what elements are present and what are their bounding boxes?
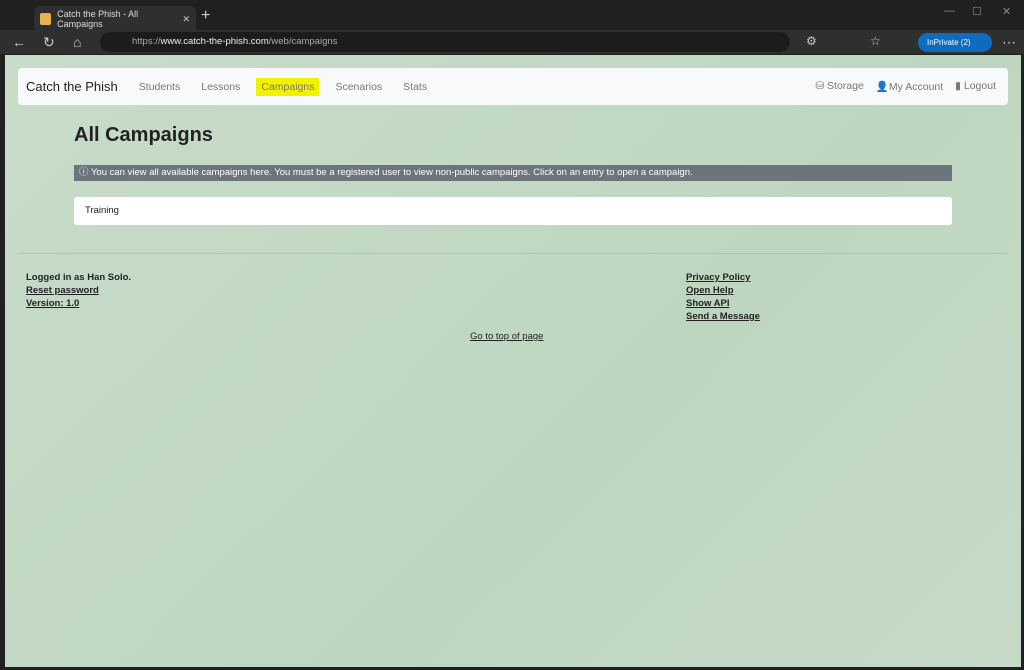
user-icon: 👤: [875, 81, 889, 93]
door-icon: ▮: [955, 80, 964, 92]
extensions-icon[interactable]: ⚙: [806, 34, 817, 48]
page-title: All Campaigns: [74, 124, 213, 146]
tab-title: Catch the Phish - All Campaigns: [57, 9, 139, 29]
divider: [18, 253, 1008, 254]
address-bar-row: ← ↻ ⌂ https://www.catch-the-phish.com/we…: [0, 30, 1024, 54]
brand[interactable]: Catch the Phish: [26, 79, 118, 94]
footer-left: Logged in as Han Solo. Reset password Ve…: [26, 271, 131, 310]
account-label: My Account: [888, 81, 944, 93]
navbar: Catch the Phish Students Lessons Campaig…: [18, 68, 1008, 105]
send-message-link[interactable]: Send a Message: [686, 310, 760, 323]
nav-stats[interactable]: Stats: [398, 78, 432, 96]
storage-icon: ⛁: [815, 80, 828, 92]
more-icon[interactable]: ⋯: [1002, 34, 1016, 51]
back-icon[interactable]: ←: [12, 34, 26, 50]
tab-bar: Catch the Phish - All Campaigns ✕ + — ☐ ✕: [0, 0, 1024, 32]
nav-storage[interactable]: ⛁ Storage: [815, 80, 864, 93]
inprivate-button[interactable]: InPrivate (2): [918, 33, 992, 52]
nav-logout[interactable]: ▮ Logout: [955, 80, 996, 93]
info-alert: ⓘ You can view all available campaigns h…: [74, 165, 952, 181]
footer-right: Privacy Policy Open Help Show API Send a…: [686, 271, 760, 323]
refresh-icon[interactable]: ↻: [43, 34, 55, 51]
url-input[interactable]: https://www.catch-the-phish.com/web/camp…: [100, 32, 790, 52]
info-text: You can view all available campaigns her…: [90, 167, 693, 178]
new-tab-button[interactable]: +: [201, 7, 210, 25]
reset-password-link[interactable]: Reset password: [26, 284, 131, 297]
url-host: www.catch-the-phish.com: [160, 36, 269, 47]
open-help-link[interactable]: Open Help: [686, 284, 760, 297]
campaign-list-item[interactable]: Training: [74, 197, 952, 225]
version-link[interactable]: Version: 1.0: [26, 297, 131, 310]
minimize-button[interactable]: —: [944, 5, 955, 17]
privacy-policy-link[interactable]: Privacy Policy: [686, 271, 760, 284]
home-icon[interactable]: ⌂: [73, 34, 81, 50]
url-path: /web/campaigns: [268, 36, 338, 47]
maximize-button[interactable]: ☐: [972, 5, 982, 18]
page-content: Catch the Phish Students Lessons Campaig…: [5, 55, 1021, 667]
show-api-link[interactable]: Show API: [686, 297, 760, 310]
logged-in-text: Logged in as Han Solo.: [26, 272, 132, 283]
logout-label: Logout: [963, 80, 996, 92]
nav-campaigns[interactable]: Campaigns: [256, 77, 320, 96]
nav-students[interactable]: Students: [134, 78, 185, 96]
favorites-icon[interactable]: ☆: [870, 34, 881, 48]
go-to-top-link[interactable]: Go to top of page: [470, 330, 543, 343]
close-tab-icon[interactable]: ✕: [182, 14, 190, 25]
footer-center: Go to top of page: [470, 330, 543, 343]
storage-label: Storage: [827, 80, 864, 92]
nav-lessons[interactable]: Lessons: [196, 78, 245, 96]
url-prefix: https://: [132, 36, 161, 47]
info-icon: ⓘ: [79, 167, 91, 178]
close-window-button[interactable]: ✕: [1002, 5, 1011, 18]
nav-scenarios[interactable]: Scenarios: [330, 78, 387, 96]
favicon-icon: [40, 13, 52, 25]
browser-tab[interactable]: Catch the Phish - All Campaigns ✕: [34, 6, 196, 32]
nav-my-account[interactable]: 👤My Account: [876, 80, 943, 93]
